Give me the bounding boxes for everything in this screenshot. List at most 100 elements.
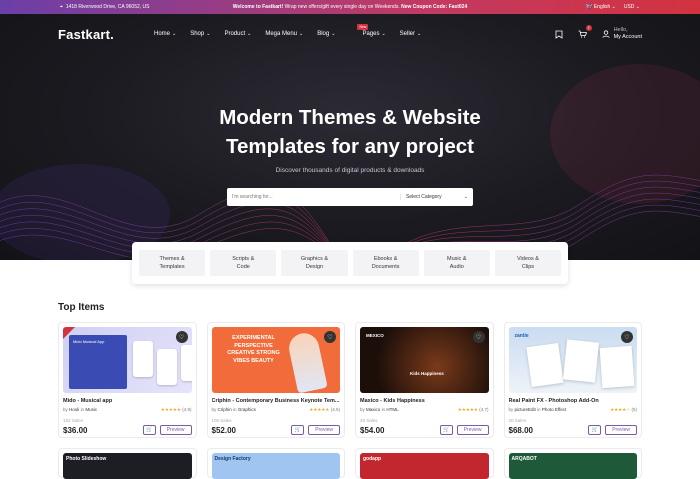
account-label: My Account: [613, 34, 642, 40]
preview-button[interactable]: Preview: [456, 425, 489, 435]
preview-button[interactable]: Preview: [159, 425, 192, 435]
product-title[interactable]: Maxico - Kids Happiness: [360, 398, 489, 404]
heart-icon: ♡: [624, 334, 630, 341]
preview-button[interactable]: Preview: [308, 425, 340, 435]
add-to-cart-button[interactable]: 🛒: [439, 425, 453, 435]
bookmark-icon: [555, 30, 562, 39]
chevron-down-icon: ⌄: [463, 194, 468, 200]
promo-welcome: Welcome to Fastkart!: [232, 4, 284, 10]
product-author[interactable]: Criphin: [218, 407, 232, 412]
add-to-cart-button[interactable]: 🛒: [291, 425, 305, 435]
rating-stars: ★★★★★: [309, 407, 330, 412]
product-thumbnail[interactable]: zantie ♡: [508, 327, 637, 393]
cart-icon: 🛒: [294, 427, 301, 433]
product-thumbnail[interactable]: Design Factory: [211, 453, 340, 479]
main-menu: Home ⌄ Shop ⌄ Product ⌄ Mega Menu ⌄ Blog ⌄ Ne…: [154, 24, 422, 37]
hero-section: Fastkart. Home ⌄ Shop ⌄ Product ⌄ Mega Menu…: [0, 14, 700, 260]
product-author[interactable]: Hooli: [69, 407, 79, 412]
product-author[interactable]: pictureEdit: [515, 407, 536, 412]
heart-icon: ♡: [178, 334, 185, 341]
product-author[interactable]: Maxico: [366, 407, 380, 412]
location-pin-icon: ⌖: [60, 4, 63, 10]
wishlist-heart-button[interactable]: ♡: [472, 331, 485, 343]
product-title[interactable]: Real Paint FX - Photoshop Add-On: [509, 398, 638, 404]
wishlist-heart-button[interactable]: ♡: [175, 331, 188, 343]
category-select[interactable]: Select Category ⌄: [400, 194, 468, 200]
top-announcement-bar: ⌖ 1418 Riverwood Drive, CA 96052, US Wel…: [0, 0, 700, 14]
menu-blog[interactable]: Blog ⌄: [317, 31, 335, 37]
product-thumbnail[interactable]: Photo Slideshow: [63, 453, 192, 479]
product-category[interactable]: Graphics: [238, 407, 256, 412]
add-to-cart-button[interactable]: 🛒: [142, 425, 156, 435]
chevron-down-icon: ⌄: [172, 31, 177, 37]
wishlist-button[interactable]: [554, 29, 564, 39]
cart-count-badge: 2: [585, 25, 592, 31]
wishlist-heart-button[interactable]: ♡: [324, 331, 336, 343]
search-input[interactable]: I'm searching for...: [232, 194, 400, 200]
main-navbar: Fastkart. Home ⌄ Shop ⌄ Product ⌄ Mega Menu…: [0, 14, 700, 54]
menu-seller[interactable]: Seller ⌄: [400, 31, 422, 37]
language-select[interactable]: 🇬🇧 English ⌄: [586, 4, 616, 10]
product-card[interactable]: EXPERIMENTAL PERSPECTIVE CREATIVE STRONG…: [206, 322, 345, 438]
promo-text: Wrap new offers/gift every single day on…: [283, 4, 402, 10]
product-grid: Mido Musical App ♡ Mido - Musical app by…: [58, 322, 642, 438]
rating-stars: ★★★★☆: [610, 407, 631, 412]
chevron-down-icon: ⌄: [331, 31, 336, 37]
promo-message: Welcome to Fastkart! Wrap new offers/gif…: [233, 4, 467, 10]
chevron-down-icon: ⌄: [299, 31, 304, 37]
product-card[interactable]: Design Factory: [206, 448, 345, 479]
chevron-down-icon: ⌄: [247, 31, 252, 37]
product-category[interactable]: Photo Effect: [542, 407, 566, 412]
menu-pages[interactable]: New Pages ⌄: [349, 24, 386, 37]
category-ebooks-documents[interactable]: Ebooks & Documents: [352, 250, 419, 276]
category-music-audio[interactable]: Music & Audio: [423, 250, 490, 276]
preview-button[interactable]: Preview: [605, 425, 637, 435]
promo-coupon: New Coupon Code: Fast024: [401, 4, 468, 10]
cart-button[interactable]: 2: [578, 25, 592, 39]
product-card[interactable]: zantie ♡ Real Paint FX - Photoshop Add-O…: [503, 322, 642, 438]
product-price: $36.00: [63, 425, 88, 435]
sales-count: 28 Sales: [360, 418, 378, 423]
account-button[interactable]: Hello, My Account: [601, 27, 642, 41]
wishlist-heart-button[interactable]: ♡: [621, 331, 633, 343]
sales-count: 20 Sales: [508, 418, 527, 423]
product-thumbnail[interactable]: godapp: [360, 453, 489, 479]
chevron-down-icon: ⌄: [417, 31, 422, 37]
product-title[interactable]: Mido - Musical app: [63, 398, 192, 404]
category-themes-templates[interactable]: Themes & Templates: [139, 250, 206, 276]
cart-icon: 🛒: [146, 427, 153, 433]
product-category[interactable]: HTML: [386, 407, 398, 412]
menu-shop[interactable]: Shop ⌄: [190, 31, 210, 37]
new-badge: New: [357, 24, 369, 30]
menu-product[interactable]: Product ⌄: [224, 31, 251, 37]
product-card[interactable]: MEXICO Kids Happiness ♡ Maxico - Kids Ha…: [355, 322, 494, 438]
product-grid-row-2: Photo Slideshow Design Factory godapp AR…: [58, 448, 642, 479]
product-card[interactable]: godapp: [355, 448, 494, 479]
account-greeting: Hello,: [613, 27, 628, 33]
add-to-cart-button[interactable]: 🛒: [588, 425, 602, 435]
product-price: $68.00: [508, 425, 533, 435]
product-thumbnail[interactable]: MEXICO Kids Happiness ♡: [360, 327, 489, 393]
category-videos-clips[interactable]: Videos & Clips: [494, 250, 562, 276]
rating-value: (4.9): [182, 407, 192, 412]
product-price: $54.00: [360, 425, 385, 435]
product-card[interactable]: ARQABOT: [503, 448, 642, 479]
product-thumbnail[interactable]: ARQABOT: [508, 453, 637, 479]
product-thumbnail[interactable]: Mido Musical App ♡: [63, 327, 192, 393]
user-icon: [601, 30, 610, 38]
menu-home[interactable]: Home ⌄: [154, 31, 176, 37]
category-scripts-code[interactable]: Scripts & Code: [210, 250, 277, 276]
product-title[interactable]: Criphin - Contemporary Business Keynote …: [212, 398, 341, 404]
category-graphics-design[interactable]: Graphics & Design: [281, 250, 348, 276]
product-category[interactable]: Music: [85, 407, 97, 412]
product-thumbnail[interactable]: EXPERIMENTAL PERSPECTIVE CREATIVE STRONG…: [211, 327, 340, 393]
menu-mega-menu[interactable]: Mega Menu ⌄: [265, 31, 303, 37]
product-card[interactable]: Photo Slideshow: [58, 448, 197, 479]
search-bar: I'm searching for... Select Category ⌄: [227, 188, 473, 206]
product-card[interactable]: Mido Musical App ♡ Mido - Musical app by…: [58, 322, 197, 438]
rating-stars: ★★★★★: [457, 407, 478, 412]
logo[interactable]: Fastkart.: [58, 27, 114, 42]
chevron-down-icon: ⌄: [381, 31, 386, 37]
currency-select[interactable]: USD ⌄: [624, 4, 640, 10]
hero-title: Modern Themes & Website Templates for an…: [219, 106, 481, 158]
